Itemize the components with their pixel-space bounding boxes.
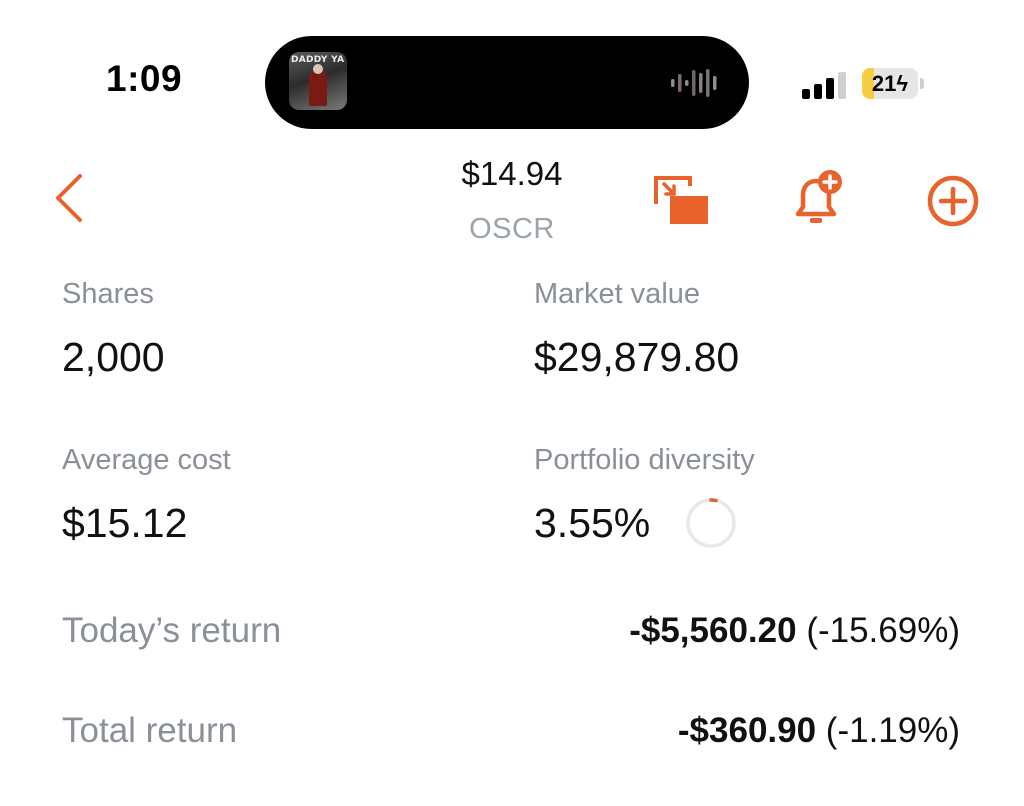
status-time: 1:09: [106, 58, 183, 99]
total-return-label: Total return: [62, 711, 238, 750]
portfolio-diversity-ring: [686, 498, 736, 548]
todays-return-label: Today’s return: [62, 611, 282, 650]
album-art[interactable]: DADDY YANKEE: [289, 52, 347, 110]
album-art-head: [313, 64, 323, 74]
cellular-signal-icon: [802, 72, 846, 99]
charging-bolt-icon: ϟ: [896, 71, 909, 96]
header-price: $14.94: [461, 155, 563, 192]
position-screen: 1:09 DADDY YANKEE 21ϟ $14.94: [0, 0, 1024, 806]
todays-return-percent: (-15.69%): [796, 611, 960, 650]
portfolio-diversity-value: 3.55%: [534, 500, 651, 546]
back-chevron-icon[interactable]: [52, 172, 86, 224]
total-return-value: -$360.90 (-1.19%): [678, 711, 960, 751]
total-return-percent: (-1.19%): [816, 711, 960, 750]
header-ticker: OSCR: [469, 213, 555, 245]
battery-nub: [920, 78, 924, 89]
shares-label: Shares: [62, 278, 154, 310]
add-circle-icon[interactable]: [926, 174, 980, 228]
audio-waveform-icon: [671, 69, 717, 97]
album-art-figure: [309, 70, 327, 106]
average-cost-value: $15.12: [62, 500, 188, 546]
dynamic-island-now-playing[interactable]: DADDY YANKEE: [265, 36, 749, 129]
average-cost-label: Average cost: [62, 444, 231, 476]
market-value-value: $29,879.80: [534, 334, 740, 380]
total-return-amount: -$360.90: [677, 711, 817, 750]
battery-icon: 21ϟ: [862, 68, 918, 99]
market-value-label: Market value: [534, 278, 701, 310]
todays-return-amount: -$5,560.20: [629, 611, 797, 650]
portfolio-diversity-label: Portfolio diversity: [534, 444, 755, 476]
battery-level: 21: [871, 71, 897, 96]
shares-value: 2,000: [62, 334, 165, 380]
add-alert-bell-icon[interactable]: [788, 168, 848, 228]
picture-in-picture-icon[interactable]: [648, 172, 710, 226]
todays-return-value: -$5,560.20 (-15.69%): [629, 611, 960, 651]
battery-level-label: 21ϟ: [862, 71, 918, 97]
